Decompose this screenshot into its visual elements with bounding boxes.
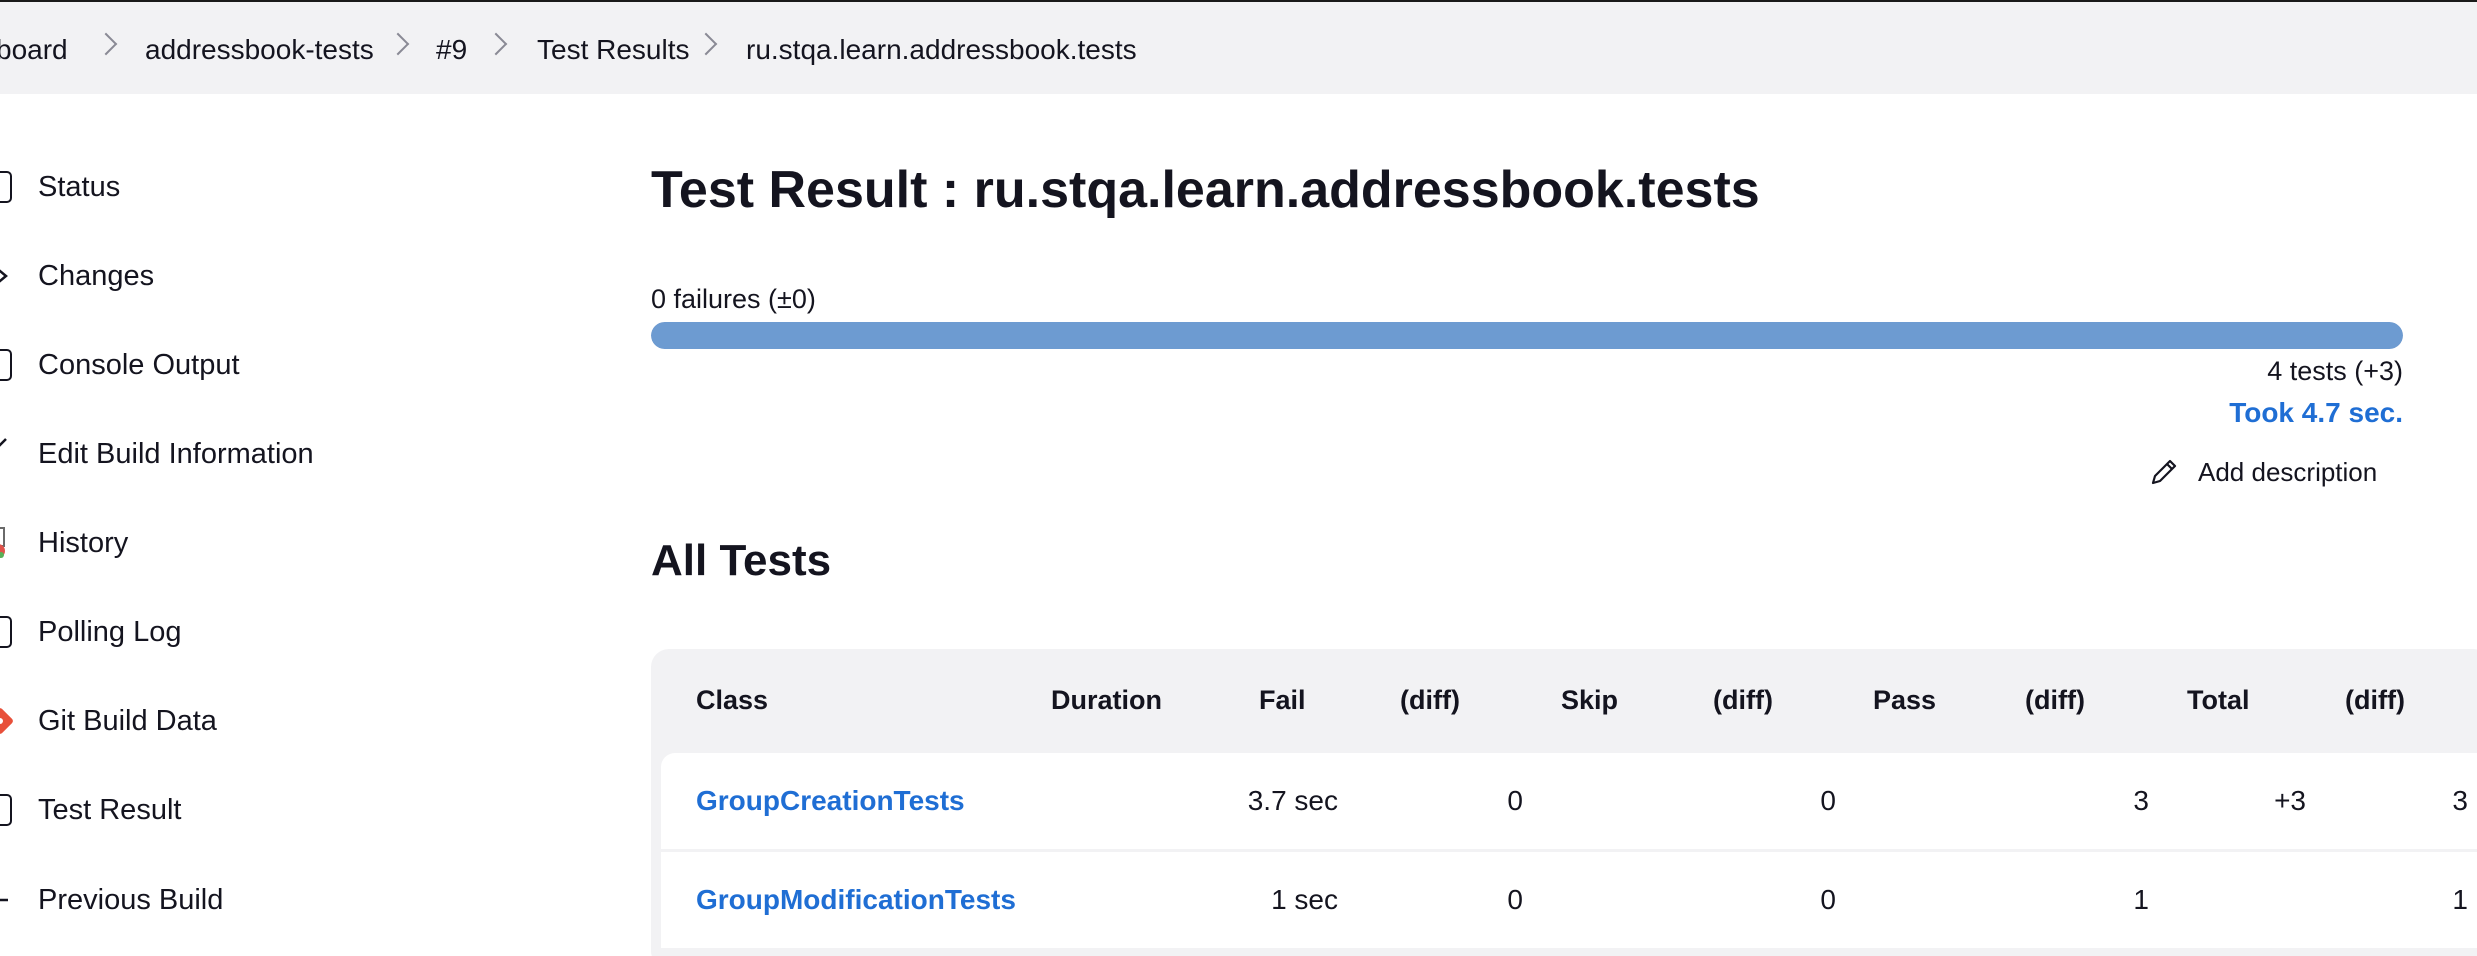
fail-cell: 0 xyxy=(1507,785,1523,816)
pass-diff-cell: +3 xyxy=(2274,785,2306,816)
took-duration-link[interactable]: Took 4.7 sec. xyxy=(2229,397,2403,429)
sidebar-item-label: Status xyxy=(38,170,121,203)
changes-icon xyxy=(0,269,8,283)
test-class-link[interactable]: GroupCreationTests xyxy=(696,753,965,849)
breadcrumb-job[interactable]: addressbook-tests xyxy=(145,2,374,94)
duration-cell: 1 sec xyxy=(1271,884,1338,915)
column-header-duration[interactable]: Duration xyxy=(1051,685,1162,716)
column-header-skip-diff[interactable]: (diff) xyxy=(1713,685,1773,716)
all-tests-heading: All Tests xyxy=(651,536,832,585)
column-header-pass[interactable]: Pass xyxy=(1873,685,1936,716)
table-row: GroupModificationTests 1 sec 0 0 1 1 xyxy=(661,852,2477,948)
breadcrumb-test-results[interactable]: Test Results xyxy=(537,2,690,94)
edit-icon xyxy=(0,438,7,447)
sidebar-item-label: Console Output xyxy=(38,348,240,381)
console-icon xyxy=(0,349,12,381)
test-result-icon xyxy=(0,794,12,826)
pass-cell: 3 xyxy=(2133,785,2149,816)
history-icon xyxy=(0,527,5,558)
breadcrumb: board addressbook-tests #9 Test Results … xyxy=(0,2,2477,94)
breadcrumb-build[interactable]: #9 xyxy=(436,2,467,94)
polling-log-icon xyxy=(0,616,12,648)
table-row: GroupCreationTests 3.7 sec 0 0 3 +3 3 +3 xyxy=(661,753,2477,849)
chevron-right-icon xyxy=(484,32,508,56)
page: board addressbook-tests #9 Test Results … xyxy=(0,0,2477,956)
chevron-right-icon xyxy=(94,32,118,56)
column-header-total-diff[interactable]: (diff) xyxy=(2345,685,2405,716)
total-cell: 1 xyxy=(2452,884,2468,915)
column-header-fail[interactable]: Fail xyxy=(1259,685,1306,716)
test-progress-fill xyxy=(651,322,2403,349)
sidebar-item-label: Test Result xyxy=(38,793,182,826)
skip-cell: 0 xyxy=(1820,884,1836,915)
status-icon xyxy=(0,171,12,203)
column-header-class[interactable]: Class xyxy=(696,685,768,716)
sidebar-item-label: Changes xyxy=(38,259,155,292)
sidebar-item-label: Git Build Data xyxy=(38,704,217,737)
git-icon xyxy=(0,708,13,734)
breadcrumb-dashboard[interactable]: board xyxy=(0,2,68,94)
column-header-fail-diff[interactable]: (diff) xyxy=(1400,685,1460,716)
add-description-button[interactable]: Add description xyxy=(2148,452,2377,492)
tests-count: 4 tests (+3) xyxy=(2267,356,2403,386)
add-description-label: Add description xyxy=(2198,456,2378,487)
previous-build-icon xyxy=(0,898,8,902)
page-title: Test Result : ru.stqa.learn.addressbook.… xyxy=(651,161,1760,219)
sidebar-item-label: History xyxy=(38,526,129,559)
pass-cell: 1 xyxy=(2133,884,2149,915)
fail-cell: 0 xyxy=(1507,884,1523,915)
breadcrumb-package[interactable]: ru.stqa.learn.addressbook.tests xyxy=(746,2,1137,94)
column-header-total[interactable]: Total xyxy=(2187,685,2250,716)
column-header-skip[interactable]: Skip xyxy=(1561,685,1618,716)
sidebar-item-label: Previous Build xyxy=(38,883,224,916)
all-tests-table: Class Duration Fail (diff) Skip (diff) P… xyxy=(651,649,2477,956)
total-cell: 3 xyxy=(2452,785,2468,816)
column-header-pass-diff[interactable]: (diff) xyxy=(2025,685,2085,716)
test-class-link[interactable]: GroupModificationTests xyxy=(696,852,1016,948)
sidebar-item-label: Edit Build Information xyxy=(38,437,314,470)
sidebar-item-label: Polling Log xyxy=(38,615,182,648)
pencil-icon xyxy=(2151,459,2177,485)
chevron-right-icon xyxy=(694,32,718,56)
chevron-right-icon xyxy=(386,32,410,56)
test-progress-bar xyxy=(651,322,2403,349)
failures-summary: 0 failures (±0) xyxy=(651,284,816,314)
duration-cell: 3.7 sec xyxy=(1247,785,1338,816)
skip-cell: 0 xyxy=(1820,785,1836,816)
